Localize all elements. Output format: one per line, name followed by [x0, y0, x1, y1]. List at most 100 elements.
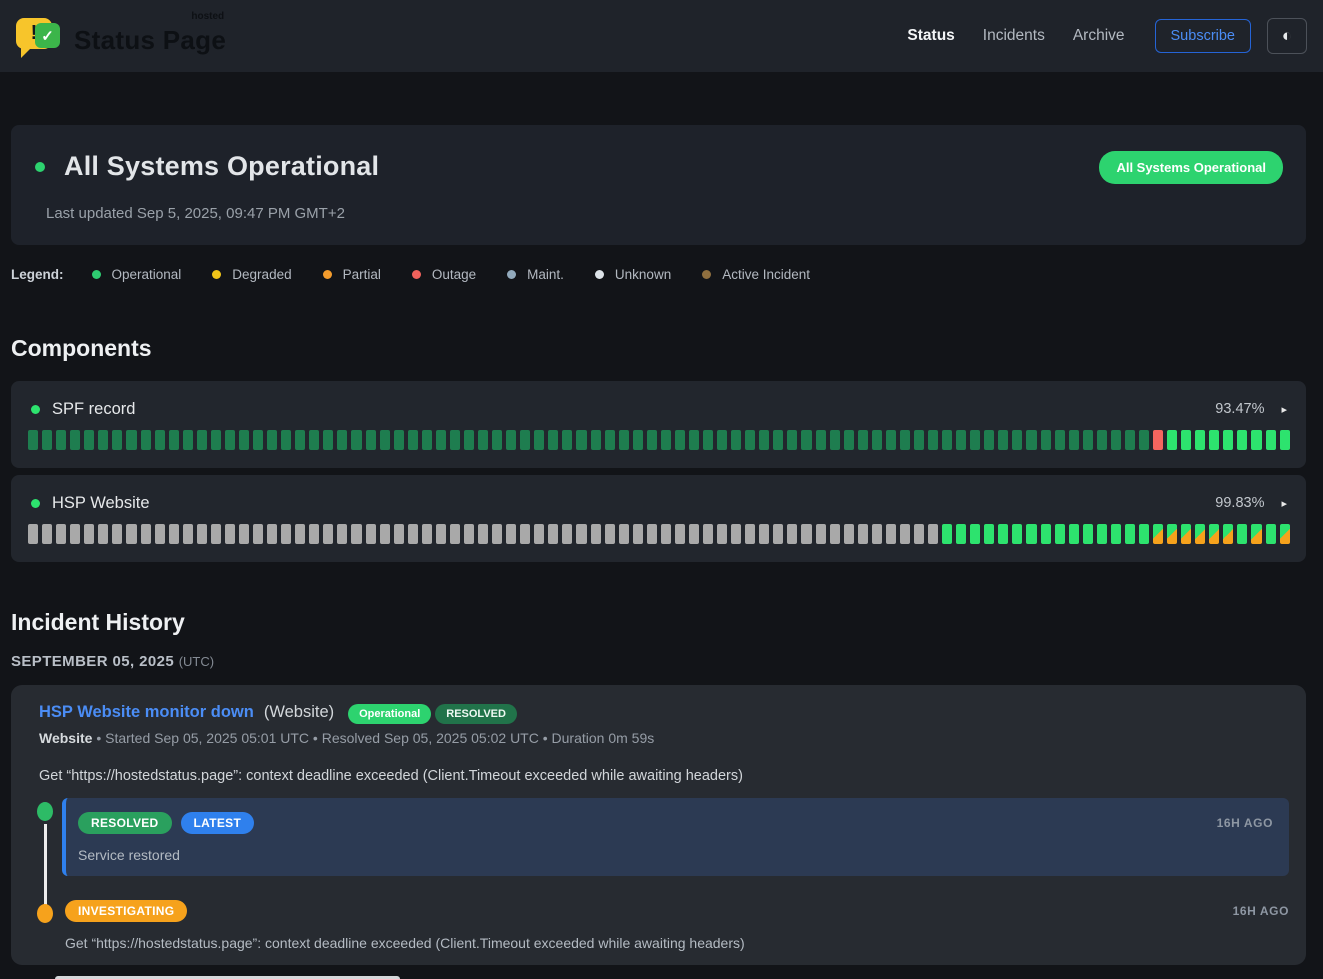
uptime-bar-unknown[interactable] — [773, 524, 783, 544]
uptime-bar-green[interactable] — [942, 524, 952, 544]
uptime-bar-unknown[interactable] — [717, 524, 727, 544]
uptime-bar-operational_dim[interactable] — [830, 430, 840, 450]
uptime-bar-unknown[interactable] — [900, 524, 910, 544]
uptime-bar-operational_dim[interactable] — [914, 430, 924, 450]
subscribe-button[interactable]: Subscribe — [1155, 19, 1251, 53]
nav-status[interactable]: Status — [907, 27, 954, 45]
uptime-bar-green[interactable] — [1251, 430, 1261, 450]
uptime-bar-outage[interactable] — [1153, 430, 1163, 450]
uptime-bar-operational_dim[interactable] — [169, 430, 179, 450]
uptime-bar-operational_dim[interactable] — [1055, 430, 1065, 450]
uptime-bar-unknown[interactable] — [422, 524, 432, 544]
uptime-bar-unknown[interactable] — [478, 524, 488, 544]
uptime-bar-unknown[interactable] — [323, 524, 333, 544]
uptime-bar-operational_dim[interactable] — [703, 430, 713, 450]
uptime-bar-operational_dim[interactable] — [239, 430, 249, 450]
uptime-bar-unknown[interactable] — [197, 524, 207, 544]
uptime-bar-unknown[interactable] — [183, 524, 193, 544]
uptime-bar-unknown[interactable] — [436, 524, 446, 544]
nav-archive[interactable]: Archive — [1073, 27, 1125, 45]
uptime-bar-operational_dim[interactable] — [450, 430, 460, 450]
uptime-bar-unknown[interactable] — [42, 524, 52, 544]
uptime-bar-unknown[interactable] — [703, 524, 713, 544]
uptime-bar-operational_dim[interactable] — [605, 430, 615, 450]
uptime-bar-operational_dim[interactable] — [759, 430, 769, 450]
theme-toggle-button[interactable]: ◐ — [1267, 18, 1307, 54]
uptime-bar-green[interactable] — [1195, 430, 1205, 450]
uptime-bar-operational_dim[interactable] — [337, 430, 347, 450]
uptime-bar-operational_dim[interactable] — [394, 430, 404, 450]
uptime-bar-operational_dim[interactable] — [675, 430, 685, 450]
uptime-bar-operational_dim[interactable] — [858, 430, 868, 450]
uptime-bar-unknown[interactable] — [787, 524, 797, 544]
uptime-bar-operational_dim[interactable] — [689, 430, 699, 450]
uptime-bar-unknown[interactable] — [605, 524, 615, 544]
uptime-bar-unknown[interactable] — [112, 524, 122, 544]
uptime-bar-operational_dim[interactable] — [323, 430, 333, 450]
uptime-bar-operational_dim[interactable] — [126, 430, 136, 450]
uptime-bar-operational_dim[interactable] — [872, 430, 882, 450]
uptime-bar-operational_dim[interactable] — [773, 430, 783, 450]
uptime-bar-green[interactable] — [1041, 524, 1051, 544]
uptime-bar-operational_dim[interactable] — [942, 430, 952, 450]
uptime-bar-operational_dim[interactable] — [731, 430, 741, 450]
uptime-bar-operational_dim[interactable] — [998, 430, 1008, 450]
uptime-bar-unknown[interactable] — [562, 524, 572, 544]
uptime-bar-operational_dim[interactable] — [984, 430, 994, 450]
uptime-bar-operational_dim[interactable] — [309, 430, 319, 450]
uptime-bar-unknown[interactable] — [689, 524, 699, 544]
uptime-bar-unknown[interactable] — [309, 524, 319, 544]
uptime-bar-unknown[interactable] — [745, 524, 755, 544]
uptime-bar-green[interactable] — [998, 524, 1008, 544]
uptime-bar-operational_dim[interactable] — [576, 430, 586, 450]
uptime-bar-operational_dim[interactable] — [900, 430, 910, 450]
uptime-bar-operational_dim[interactable] — [886, 430, 896, 450]
uptime-bar-operational_dim[interactable] — [70, 430, 80, 450]
uptime-bar-green[interactable] — [1125, 524, 1135, 544]
uptime-bar-operational_dim[interactable] — [366, 430, 376, 450]
uptime-bar-operational_dim[interactable] — [211, 430, 221, 450]
uptime-bar-green[interactable] — [1280, 430, 1290, 450]
uptime-bar-operational_dim[interactable] — [970, 430, 980, 450]
uptime-bar-green[interactable] — [1266, 430, 1276, 450]
uptime-bar-unknown[interactable] — [661, 524, 671, 544]
uptime-bar-unknown[interactable] — [155, 524, 165, 544]
expand-caret-icon[interactable]: ▸ — [1281, 403, 1287, 416]
uptime-bar-operational_dim[interactable] — [28, 430, 38, 450]
uptime-bar-operational_dim[interactable] — [562, 430, 572, 450]
uptime-bar-partial[interactable] — [1280, 524, 1290, 544]
uptime-bar-operational_dim[interactable] — [267, 430, 277, 450]
uptime-bar-unknown[interactable] — [450, 524, 460, 544]
uptime-bar-operational_dim[interactable] — [1026, 430, 1036, 450]
uptime-bar-unknown[interactable] — [295, 524, 305, 544]
uptime-bar-operational_dim[interactable] — [492, 430, 502, 450]
uptime-bar-unknown[interactable] — [886, 524, 896, 544]
uptime-bar-green[interactable] — [1055, 524, 1065, 544]
uptime-bar-operational_dim[interactable] — [1041, 430, 1051, 450]
uptime-bar-operational_dim[interactable] — [1125, 430, 1135, 450]
uptime-bar-green[interactable] — [970, 524, 980, 544]
uptime-bar-unknown[interactable] — [267, 524, 277, 544]
uptime-bar-operational_dim[interactable] — [647, 430, 657, 450]
uptime-bar-operational_dim[interactable] — [787, 430, 797, 450]
uptime-bar-operational_dim[interactable] — [548, 430, 558, 450]
uptime-bar-unknown[interactable] — [70, 524, 80, 544]
uptime-bar-green[interactable] — [956, 524, 966, 544]
uptime-bar-unknown[interactable] — [830, 524, 840, 544]
uptime-bar-green[interactable] — [984, 524, 994, 544]
uptime-bar-operational_dim[interactable] — [253, 430, 263, 450]
uptime-bar-unknown[interactable] — [591, 524, 601, 544]
uptime-bar-unknown[interactable] — [576, 524, 586, 544]
uptime-bar-operational_dim[interactable] — [591, 430, 601, 450]
uptime-bar-operational_dim[interactable] — [534, 430, 544, 450]
uptime-bar-operational_dim[interactable] — [422, 430, 432, 450]
uptime-bar-operational_dim[interactable] — [801, 430, 811, 450]
uptime-bar-unknown[interactable] — [675, 524, 685, 544]
uptime-bar-unknown[interactable] — [141, 524, 151, 544]
uptime-bar-unknown[interactable] — [126, 524, 136, 544]
uptime-bar-operational_dim[interactable] — [717, 430, 727, 450]
uptime-bar-operational_dim[interactable] — [408, 430, 418, 450]
uptime-bar-unknown[interactable] — [56, 524, 66, 544]
uptime-bar-green[interactable] — [1223, 430, 1233, 450]
uptime-bar-unknown[interactable] — [647, 524, 657, 544]
